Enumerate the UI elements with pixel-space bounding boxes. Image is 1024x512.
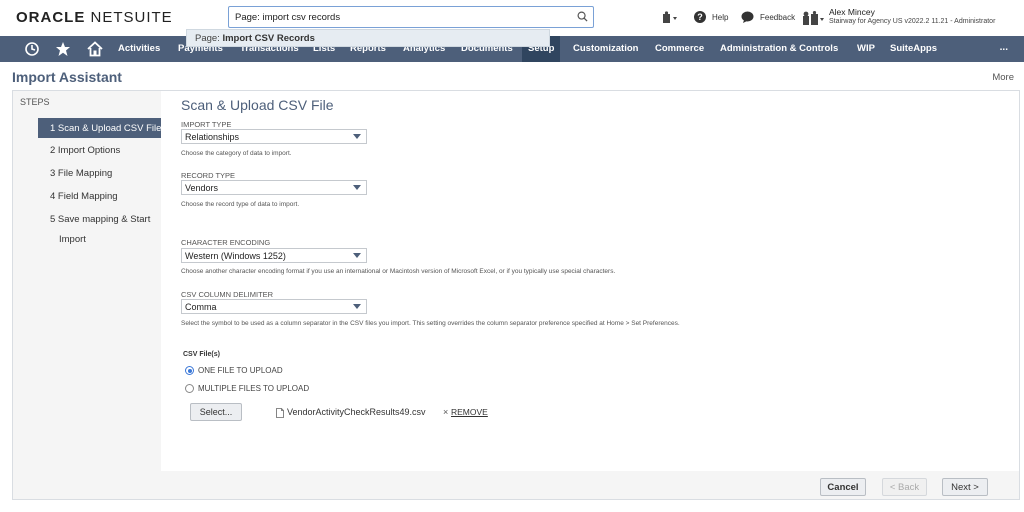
logo-netsuite-text: NETSUITE: [90, 9, 173, 26]
user-name[interactable]: Alex Mincey: [829, 7, 875, 17]
nav-suiteapps[interactable]: SuiteApps: [890, 43, 937, 54]
user-role[interactable]: Stairway for Agency US v2022.2 11.21 - A…: [829, 18, 995, 25]
record-type-help: Choose the record type of data to import…: [181, 201, 300, 208]
global-search-input[interactable]: [229, 7, 569, 27]
search-icon[interactable]: [577, 11, 588, 22]
nav-commerce[interactable]: Commerce: [655, 43, 704, 54]
record-type-select[interactable]: Vendors: [181, 180, 367, 195]
section-title: Scan & Upload CSV File: [181, 97, 334, 113]
nav-activities[interactable]: Activities: [118, 43, 160, 54]
import-assistant-panel: STEPS 1 Scan & Upload CSV File 2 Import …: [12, 90, 1020, 500]
step-save-mapping-cont[interactable]: Import: [38, 234, 86, 245]
import-type-help: Choose the category of data to import.: [181, 150, 292, 157]
file-icon: [276, 408, 284, 418]
remove-file-link[interactable]: REMOVE: [451, 407, 488, 417]
search-suggestion[interactable]: Page: Import CSV Records: [186, 29, 550, 47]
encoding-select[interactable]: Western (Windows 1252): [181, 248, 367, 263]
radio-one-file[interactable]: [185, 366, 194, 375]
cancel-button[interactable]: Cancel: [820, 478, 866, 496]
delimiter-value: Comma: [185, 302, 217, 312]
step-content: Scan & Upload CSV File IMPORT TYPE Relat…: [161, 91, 1019, 471]
delimiter-select[interactable]: Comma: [181, 299, 367, 314]
oracle-netsuite-logo[interactable]: ORACLE NETSUITE: [16, 9, 173, 26]
feedback-link[interactable]: Feedback: [760, 13, 795, 22]
nav-wip[interactable]: WIP: [857, 43, 875, 54]
encoding-value: Western (Windows 1252): [185, 251, 286, 261]
import-type-select[interactable]: Relationships: [181, 129, 367, 144]
uploaded-file-name: VendorActivityCheckResults49.csv: [287, 407, 426, 417]
select-file-button[interactable]: Select...: [190, 403, 242, 421]
chevron-down-icon: [353, 185, 361, 190]
recent-icon[interactable]: [24, 41, 40, 57]
csv-files-title: CSV File(s): [183, 351, 220, 358]
logo-oracle-text: ORACLE: [16, 9, 86, 26]
next-button[interactable]: Next >: [942, 478, 988, 496]
star-icon[interactable]: [55, 41, 71, 57]
delimiter-help: Select the symbol to be used as a column…: [181, 320, 680, 327]
step-save-mapping[interactable]: 5 Save mapping & Start: [38, 214, 150, 225]
nav-customization[interactable]: Customization: [573, 43, 638, 54]
encoding-help: Choose another character encoding format…: [181, 268, 616, 275]
record-type-value: Vendors: [185, 183, 219, 193]
page-title: Import Assistant: [12, 69, 122, 85]
radio-one-file-label[interactable]: ONE FILE TO UPLOAD: [198, 366, 283, 375]
radio-multiple-files-label[interactable]: MULTIPLE FILES TO UPLOAD: [198, 384, 309, 393]
delimiter-label: CSV COLUMN DELIMITER: [181, 290, 274, 299]
import-type-value: Relationships: [185, 132, 240, 142]
steps-title: STEPS: [20, 97, 50, 107]
nav-more-menu[interactable]: ...: [1000, 42, 1008, 53]
chevron-down-icon: [353, 134, 361, 139]
back-button[interactable]: < Back: [882, 478, 927, 496]
global-search: [228, 6, 594, 28]
nav-administration-controls[interactable]: Administration & Controls: [720, 43, 838, 54]
chevron-down-icon: [353, 253, 361, 258]
home-icon[interactable]: [87, 41, 103, 57]
step-import-options[interactable]: 2 Import Options: [38, 145, 120, 156]
step-file-mapping[interactable]: 3 File Mapping: [38, 168, 112, 179]
remove-icon[interactable]: ×: [443, 407, 448, 417]
help-link[interactable]: Help: [712, 13, 728, 22]
step-field-mapping[interactable]: 4 Field Mapping: [38, 191, 118, 202]
encoding-label: CHARACTER ENCODING: [181, 238, 271, 247]
step-scan-upload[interactable]: 1 Scan & Upload CSV File: [38, 118, 161, 138]
help-icon[interactable]: ?: [694, 11, 706, 23]
radio-multiple-files[interactable]: [185, 384, 194, 393]
suggestion-prefix: Page:: [195, 33, 220, 44]
suggestion-match: Import CSV Records: [222, 33, 315, 44]
chevron-down-icon: [353, 304, 361, 309]
recent-records-icon[interactable]: [662, 11, 678, 25]
record-type-label: RECORD TYPE: [181, 171, 236, 180]
steps-sidebar: STEPS 1 Scan & Upload CSV File 2 Import …: [13, 91, 161, 499]
more-menu[interactable]: More: [992, 72, 1014, 83]
feedback-icon[interactable]: [741, 11, 754, 23]
user-avatar-icon[interactable]: [802, 11, 826, 25]
import-type-label: IMPORT TYPE: [181, 120, 232, 129]
